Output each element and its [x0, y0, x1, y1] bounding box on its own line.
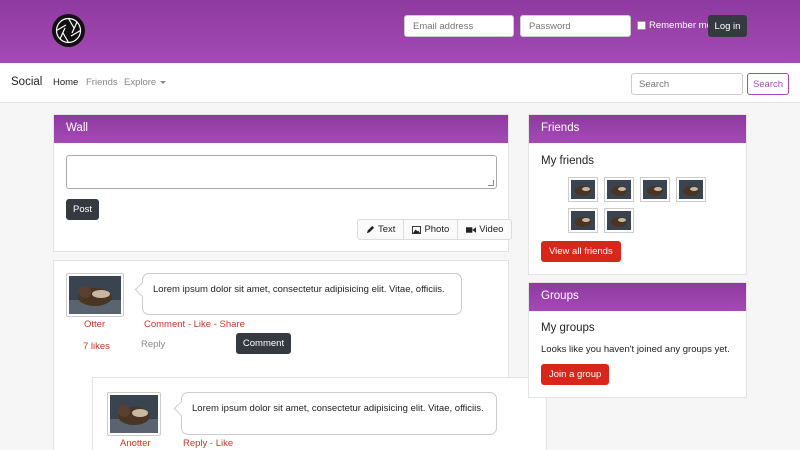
- my-groups-heading: My groups: [541, 322, 595, 334]
- search-input[interactable]: [631, 73, 743, 95]
- navbar: Social Home Friends Explore Search: [0, 63, 800, 103]
- reply-author[interactable]: Anotter: [120, 438, 151, 449]
- groups-panel: Groups My groups Looks like you haven't …: [528, 282, 747, 398]
- like-link[interactable]: Like: [194, 319, 211, 330]
- remember-me-label: Remember me: [649, 20, 712, 31]
- reply-input[interactable]: Reply: [141, 339, 165, 350]
- friends-title: Friends: [529, 115, 746, 143]
- reply-link[interactable]: Reply: [183, 438, 207, 449]
- pencil-icon: [366, 225, 375, 234]
- nav-home[interactable]: Home: [53, 77, 78, 88]
- otter-photo: [571, 211, 595, 230]
- reply-panel: Anotter Lorem ipsum dolor sit amet, cons…: [92, 377, 547, 450]
- post-type-photo[interactable]: Photo: [404, 220, 459, 239]
- otter-photo: [571, 180, 595, 199]
- caret-down-icon: [160, 80, 167, 84]
- friend-thumbnail[interactable]: [604, 177, 634, 202]
- search-button[interactable]: Search: [747, 73, 789, 95]
- otter-photo: [679, 180, 703, 199]
- reply-actions: Reply - Like: [183, 438, 234, 449]
- friend-grid: [568, 177, 708, 233]
- post-type-text[interactable]: Text: [358, 220, 405, 239]
- reply-like-link[interactable]: Like: [216, 438, 233, 449]
- otter-photo: [643, 180, 667, 199]
- wall-title: Wall: [54, 115, 508, 143]
- nav-friends[interactable]: Friends: [86, 77, 118, 88]
- remember-me-checkbox[interactable]: [637, 21, 646, 30]
- avatar[interactable]: [107, 392, 161, 436]
- friend-thumbnail[interactable]: [604, 208, 634, 233]
- image-icon: [412, 225, 422, 234]
- groups-title: Groups: [529, 283, 746, 311]
- nav-explore-label: Explore: [124, 77, 157, 88]
- email-input[interactable]: [404, 15, 514, 37]
- brand[interactable]: Social: [11, 76, 42, 88]
- video-camera-icon: [466, 226, 477, 233]
- post-type-video[interactable]: Video: [458, 220, 511, 239]
- nav-explore[interactable]: Explore: [124, 77, 167, 88]
- reply-bubble: Lorem ipsum dolor sit amet, consectetur …: [181, 392, 497, 435]
- otter-photo: [110, 395, 158, 433]
- friend-thumbnail[interactable]: [640, 177, 670, 202]
- wall-panel: Wall Post Text Photo Video: [53, 114, 513, 252]
- post-type-group: Text Photo Video: [357, 219, 513, 240]
- groups-empty-text: Looks like you haven't joined any groups…: [541, 344, 730, 355]
- login-button[interactable]: Log in: [708, 15, 747, 37]
- likes-count: 7 likes: [83, 341, 110, 352]
- friend-thumbnail[interactable]: [568, 177, 598, 202]
- my-friends-heading: My friends: [541, 155, 595, 167]
- friends-panel: Friends My friends View all friends: [528, 114, 747, 275]
- join-group-button[interactable]: Join a group: [541, 364, 610, 385]
- post-actions: Comment - Like - Share: [144, 319, 245, 330]
- view-all-friends-button[interactable]: View all friends: [541, 241, 621, 262]
- top-header: Remember me Log in: [0, 0, 800, 63]
- otter-photo: [69, 276, 121, 314]
- otter-photo: [607, 211, 631, 230]
- reply-text: Lorem ipsum dolor sit amet, consectetur …: [192, 403, 484, 414]
- resize-handle-icon[interactable]: [488, 180, 494, 186]
- friend-thumbnail[interactable]: [568, 208, 598, 233]
- camera-aperture-logo-icon[interactable]: [52, 14, 85, 47]
- friend-thumbnail[interactable]: [676, 177, 706, 202]
- comment-button[interactable]: Comment: [236, 333, 291, 354]
- comment-link[interactable]: Comment: [144, 319, 185, 330]
- post-button[interactable]: Post: [66, 199, 99, 220]
- password-input[interactable]: [520, 15, 631, 37]
- post-type-text-label: Text: [378, 224, 396, 235]
- post-type-video-label: Video: [479, 224, 504, 235]
- post-author[interactable]: Otter: [84, 319, 105, 330]
- share-link[interactable]: Share: [220, 319, 245, 330]
- remember-me[interactable]: Remember me: [637, 20, 712, 31]
- post-type-photo-label: Photo: [424, 224, 450, 235]
- post-text: Lorem ipsum dolor sit amet, consectetur …: [153, 284, 445, 295]
- post-textarea[interactable]: [66, 155, 497, 189]
- otter-photo: [607, 180, 631, 199]
- avatar[interactable]: [66, 273, 124, 317]
- post-bubble: Lorem ipsum dolor sit amet, consectetur …: [142, 273, 462, 315]
